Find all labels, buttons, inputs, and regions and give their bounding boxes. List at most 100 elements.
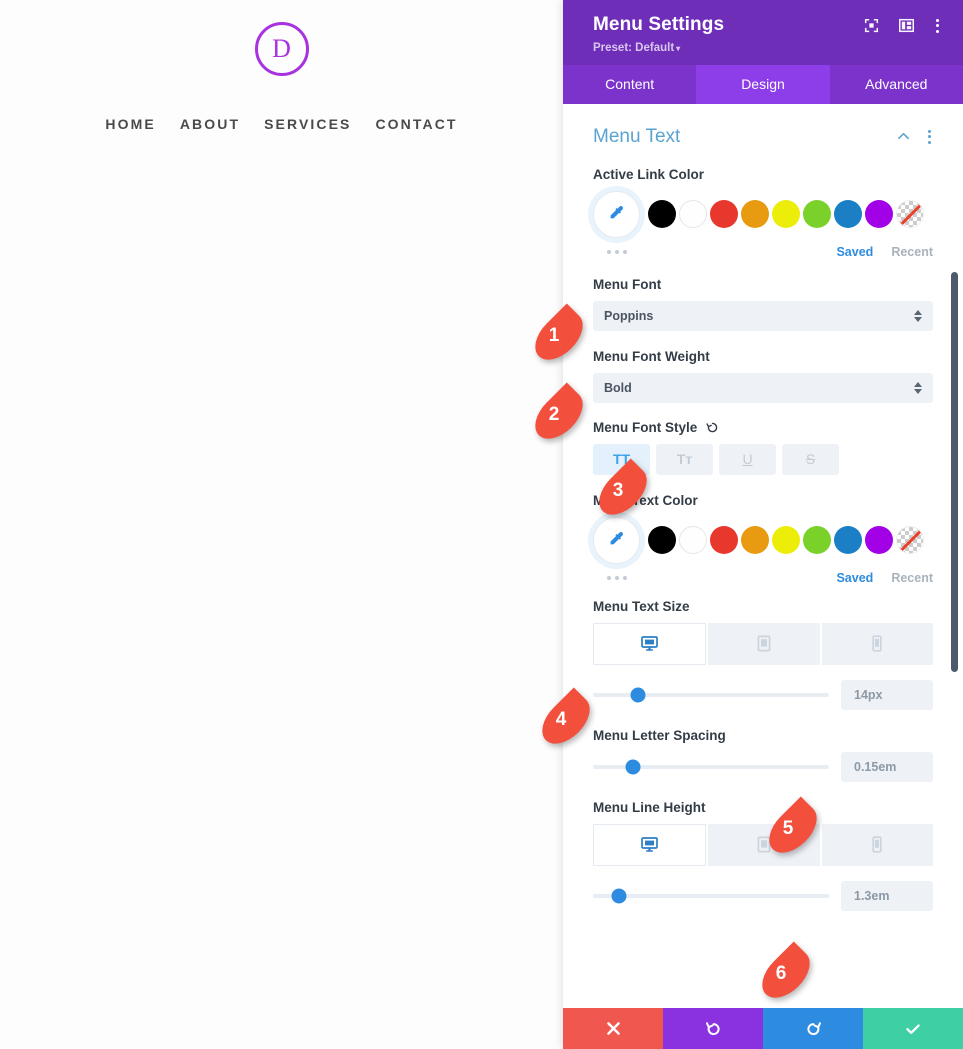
swatch-orange[interactable] (741, 526, 769, 555)
swatch-green[interactable] (803, 526, 831, 555)
menu-font-style-label-text: Menu Font Style (593, 419, 698, 435)
nav-item-services[interactable]: SERVICES (264, 115, 351, 133)
field-menu-font-style: Menu Font Style TT Tт U S (593, 403, 933, 475)
divi-logo-icon[interactable]: D (254, 22, 309, 76)
slider-row-letter-spacing: 0.15em (593, 751, 933, 782)
eyedropper-glyph (610, 206, 623, 219)
palette-expand-icon[interactable] (593, 575, 627, 580)
swatch-blue[interactable] (834, 526, 862, 555)
save-button[interactable] (863, 1008, 963, 1049)
tab-advanced[interactable]: Advanced (830, 65, 963, 104)
font-style-button-group: TT Tт U S (593, 443, 933, 475)
palette-expand-icon[interactable] (593, 249, 627, 254)
slider-handle[interactable] (630, 687, 646, 703)
device-tab-phone[interactable] (821, 622, 933, 665)
device-tab-desktop[interactable] (593, 823, 707, 866)
font-style-strikethrough-button[interactable]: S (782, 443, 839, 475)
nav-item-about[interactable]: ABOUT (180, 115, 240, 133)
color-palette-menu-text (593, 516, 933, 564)
phone-icon (872, 635, 882, 652)
swatch-red[interactable] (710, 526, 738, 555)
chevron-down-icon: ▾ (676, 43, 681, 53)
swatch-white[interactable] (679, 200, 707, 229)
menu-font-weight-select[interactable]: Bold (593, 372, 933, 403)
panel-layout-icon[interactable] (899, 18, 914, 33)
check-icon (906, 1023, 920, 1034)
preset-selector[interactable]: Preset: Default ▾ (593, 42, 724, 54)
swatch-black[interactable] (648, 526, 676, 555)
eyedropper-glyph (610, 532, 623, 545)
swatch-purple[interactable] (865, 526, 893, 555)
field-label-menu-font-weight: Menu Font Weight (593, 348, 710, 364)
letter-spacing-slider[interactable] (593, 759, 829, 775)
swatch-blue[interactable] (834, 200, 862, 229)
swatch-purple[interactable] (865, 200, 893, 229)
panel-title: Menu Settings (593, 14, 725, 35)
panel-header: Menu Settings Preset: Default ▾ (563, 0, 963, 65)
callout-number: 3 (612, 480, 624, 501)
field-label-menu-text-size: Menu Text Size (593, 598, 690, 614)
font-style-underline-button[interactable]: U (719, 443, 776, 475)
field-menu-text-size: Menu Text Size 14px (593, 585, 933, 710)
reset-icon[interactable] (706, 421, 719, 434)
nav-item-contact[interactable]: CONTACT (375, 115, 457, 133)
swatch-green[interactable] (803, 200, 831, 229)
swatch-transparent[interactable] (896, 200, 924, 229)
panel-scrollbar[interactable] (951, 271, 958, 672)
divi-builder-screen: D HOME ABOUT SERVICES CONTACT Menu Settings… (0, 0, 963, 1049)
desktop-icon (641, 636, 659, 651)
phone-icon (872, 836, 882, 853)
slider-row-line-height: 1.3em (593, 880, 933, 911)
focus-target-icon[interactable] (864, 18, 879, 33)
menu-font-select[interactable]: Poppins (593, 300, 933, 331)
callout-badge-2: 2 (526, 382, 592, 448)
device-tab-phone[interactable] (821, 823, 933, 866)
recent-colors-link[interactable]: Recent (891, 571, 933, 585)
underline-glyph: U (742, 451, 753, 468)
close-icon (606, 1022, 620, 1035)
redo-button[interactable] (763, 1008, 863, 1049)
desktop-icon (641, 837, 659, 852)
field-menu-font-weight: Menu Font Weight Bold (593, 331, 933, 403)
panel-more-options-icon[interactable] (934, 18, 941, 33)
panel-header-titles: Menu Settings Preset: Default ▾ (593, 13, 724, 54)
discard-changes-button[interactable] (563, 1008, 663, 1049)
swatch-orange[interactable] (741, 200, 769, 229)
eyedropper-icon[interactable] (593, 190, 640, 238)
section-header-menu-text[interactable]: Menu Text (593, 104, 933, 154)
recent-colors-link[interactable]: Recent (891, 245, 933, 259)
font-style-smallcaps-button[interactable]: Tт (656, 443, 713, 475)
strikethrough-glyph: S (805, 451, 816, 468)
saved-colors-link[interactable]: Saved (836, 571, 873, 585)
undo-button[interactable] (663, 1008, 763, 1049)
divi-logo-letter: D (272, 34, 291, 63)
tab-content[interactable]: Content (563, 65, 696, 104)
swatch-transparent[interactable] (896, 526, 924, 555)
eyedropper-icon[interactable] (593, 516, 640, 564)
swatch-yellow[interactable] (772, 200, 800, 229)
device-tab-desktop[interactable] (593, 622, 707, 665)
callout-number: 2 (548, 404, 560, 425)
line-height-slider[interactable] (593, 888, 829, 904)
chevron-up-icon[interactable] (897, 130, 910, 143)
slider-track (593, 893, 829, 898)
swatch-white[interactable] (679, 526, 707, 555)
tab-design[interactable]: Design (696, 64, 830, 104)
swatch-red[interactable] (710, 200, 738, 229)
saved-colors-link[interactable]: Saved (836, 245, 873, 259)
slider-handle[interactable] (611, 888, 627, 904)
text-size-slider[interactable] (593, 687, 829, 703)
device-tab-tablet[interactable] (708, 622, 820, 665)
swatch-yellow[interactable] (772, 526, 800, 555)
callout-number: 5 (782, 818, 794, 839)
line-height-input[interactable]: 1.3em (841, 880, 933, 911)
letter-spacing-input[interactable]: 0.15em (841, 751, 933, 782)
field-label-active-link-color: Active Link Color (593, 166, 705, 182)
swatch-list-menu-text (648, 526, 924, 555)
nav-item-home[interactable]: HOME (105, 115, 155, 133)
panel-body: Menu Text Active Link Color Saved Recent… (563, 103, 963, 1008)
section-more-options-icon[interactable] (926, 129, 933, 144)
swatch-black[interactable] (648, 200, 676, 229)
text-size-input[interactable]: 14px (841, 679, 933, 710)
slider-handle[interactable] (625, 759, 641, 775)
